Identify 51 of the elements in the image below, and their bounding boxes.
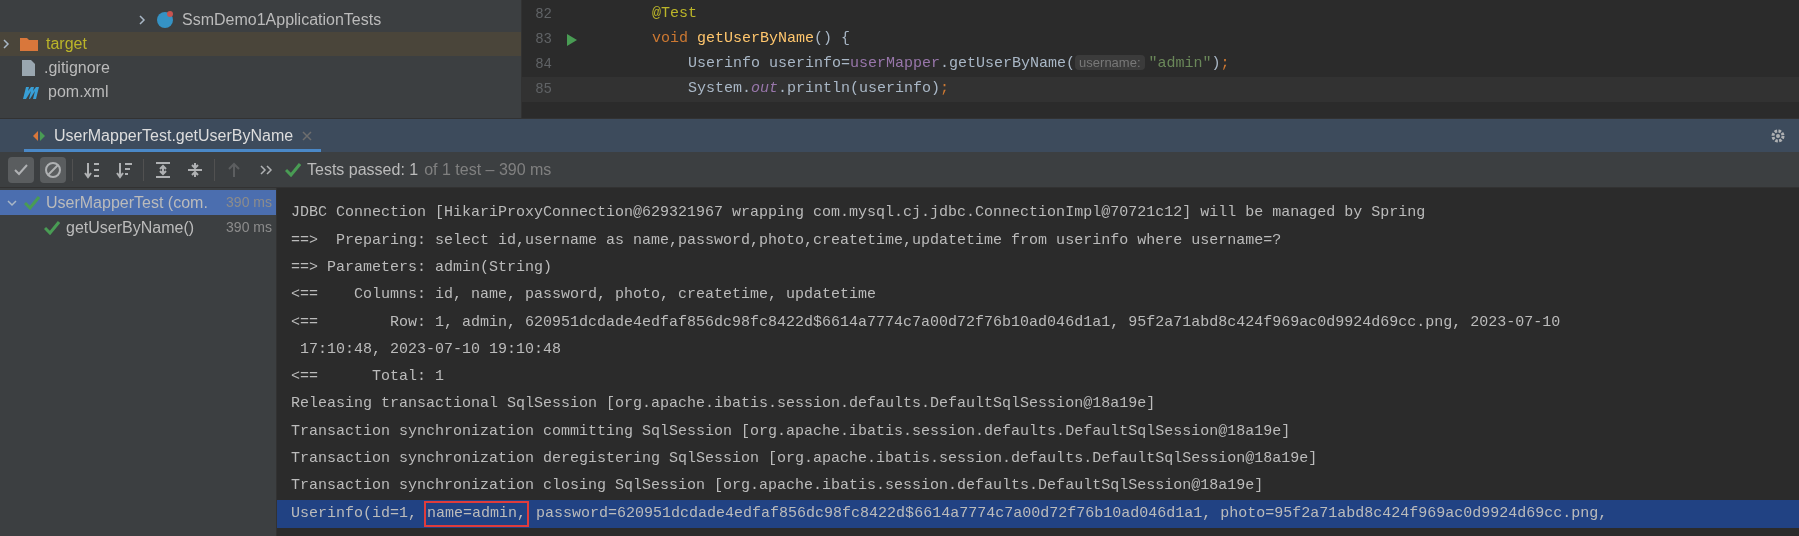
- code-text: Userinfo userinfo=userMapper.getUserByName( username: "admin");: [687, 54, 1230, 75]
- folder-icon: [20, 37, 38, 51]
- maven-icon: [22, 85, 40, 99]
- console-line: Transaction synchronization committing SqlSession [org.apache.ibatis.session.defaults.DefaultSqlSession@18a19e]: [291, 421, 1292, 442]
- passed-icon: [285, 162, 301, 177]
- console-line: ==> Parameters: admin(String): [291, 258, 554, 278]
- chevron-right-icon[interactable]: [0, 38, 12, 50]
- test-duration: 390 ms: [226, 193, 272, 212]
- console-line: JDBC Connection [HikariProxyConnection@629321967 wrapping com.mysql.cj.jdbc.ConnectionImpl@70721c12] will be managed by Spring: [291, 203, 1427, 224]
- line-number: 83: [534, 30, 552, 49]
- code-text: @Test: [652, 4, 697, 25]
- tree-item-label: SsmDemo1ApplicationTests: [182, 10, 382, 30]
- line-number: 82: [534, 5, 552, 24]
- console-line: <== Columns: id, name, password, photo, createtime, updatetime: [291, 285, 878, 306]
- tree-item-label: pom.xml: [48, 82, 109, 102]
- test-name: getUserByName(): [66, 217, 196, 238]
- tree-item[interactable]: SsmDemo1ApplicationTests: [0, 8, 521, 32]
- tree-item[interactable]: pom.xml: [0, 80, 521, 104]
- class-icon: [156, 11, 174, 29]
- tree-item[interactable]: .gitignore: [0, 56, 521, 80]
- console-line: <== Total: 1: [291, 367, 446, 388]
- collapse-all-icon: [186, 160, 204, 179]
- test-run-icon: [32, 128, 46, 143]
- passed-icon: [24, 195, 40, 210]
- test-name: UserMapperTest (com.: [46, 192, 209, 213]
- console-line: ==> Preparing: select id,username as name,password,photo,createtime,updatetime from userinfo where username=?: [291, 230, 1283, 251]
- settings-icon[interactable]: [1769, 127, 1787, 145]
- chevron-right-icon[interactable]: [136, 14, 148, 26]
- toolbar-button[interactable]: [40, 156, 66, 183]
- code-text: System.out.println(userinfo);: [687, 79, 950, 100]
- tree-item[interactable]: target: [0, 32, 521, 56]
- test-status: Tests passed: 1: [307, 159, 419, 180]
- console-line: Releasing transactional SqlSession [org.apache.ibatis.session.defaults.DefaultSqlSession@18a19e]: [291, 394, 1157, 415]
- toolbar-button[interactable]: [8, 156, 34, 183]
- tree-item-label: .gitignore: [44, 58, 110, 78]
- file-icon: [22, 60, 36, 76]
- test-summary: of 1 test – 390 ms: [424, 159, 552, 180]
- sort-duration-icon: [115, 160, 133, 179]
- sort-alpha-icon: [83, 160, 101, 179]
- test-tree-item[interactable]: getUserByName() 390 ms: [0, 215, 276, 240]
- ignored-icon: [44, 160, 62, 179]
- code-text: void getUserByName() {: [652, 29, 851, 50]
- console-line: Transaction synchronization deregistering SqlSession [org.apache.ibatis.session.defaults.DefaultSqlSession@18a19e]: [291, 449, 1319, 470]
- console-line: Transaction synchronization closing SqlSession [org.apache.ibatis.session.defaults.DefaultSqlSession@18a19e]: [291, 476, 1265, 497]
- line-number: 84: [534, 55, 552, 74]
- expand-all-icon: [154, 160, 172, 179]
- tree-item-label: target: [46, 34, 87, 54]
- test-duration: 390 ms: [226, 218, 272, 237]
- console-line: <== Row: 1, admin, 620951dcdade4edfaf856dc98fc8422d$6614a7774c7a00d72f76b10ad046d1a1, 95f2a71abd8c424f969ac0d9924d69cc.png, 2023-07-10: [291, 312, 1562, 333]
- passed-icon: [44, 220, 60, 235]
- console-line: 17:10:48, 2023-07-10 19:10:48: [299, 339, 563, 360]
